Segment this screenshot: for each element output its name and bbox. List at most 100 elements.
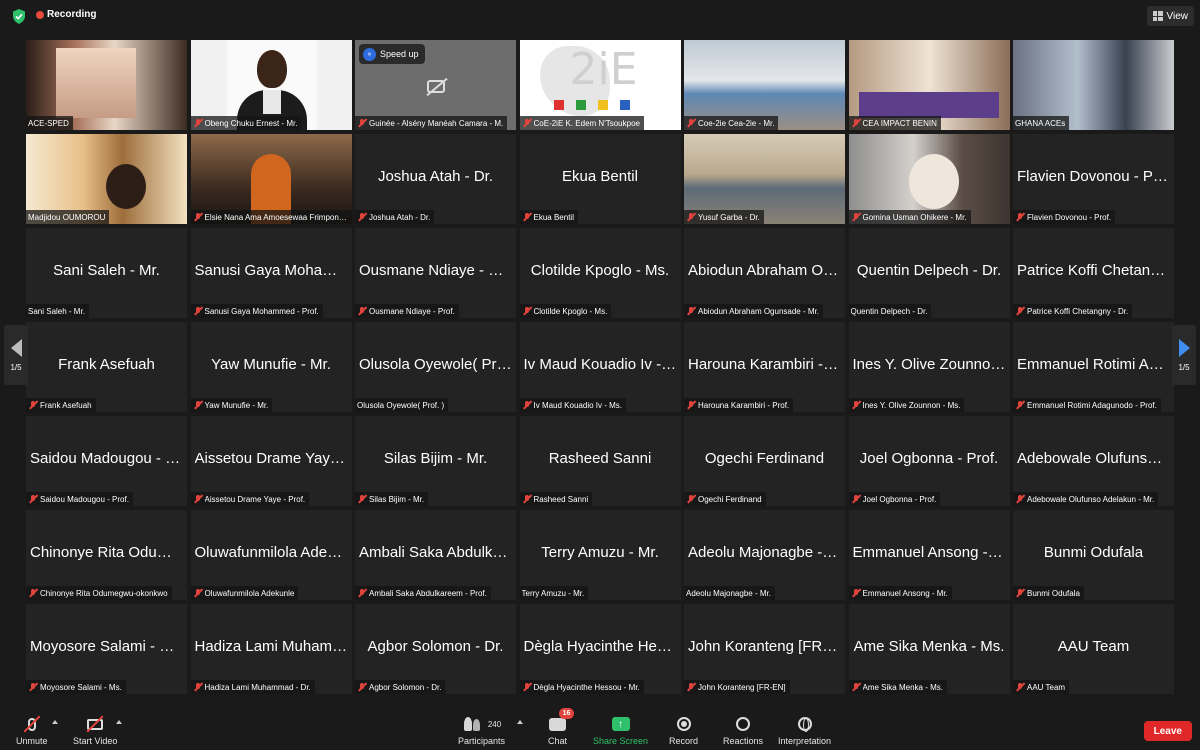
participant-name-label: Agbor Solomon - Dr. — [369, 682, 442, 692]
participant-tile[interactable]: Elsie Nana Ama Amoesewaa Frimpong - Ms. — [190, 134, 352, 224]
participant-name-label: Quentin Delpech - Dr. — [850, 306, 928, 316]
participant-tile[interactable]: Hadiza Lami Muhammad - Dr. Hadiza Lami Mu… — [190, 604, 352, 694]
participant-tile[interactable]: Iv Maud Kouadio Iv - Ms. Iv Maud Kouadio … — [519, 322, 681, 412]
microphone-muted-icon — [686, 212, 696, 222]
participant-tile[interactable]: Quentin Delpech - Dr. Quentin Delpech - D… — [848, 228, 1010, 318]
participant-name-bar: Saidou Madougou - Prof. — [26, 492, 133, 506]
participant-tile[interactable]: Aissetou Drame Yaye - Prof. Aissetou Dram… — [190, 416, 352, 506]
record-button[interactable]: Record — [669, 714, 698, 746]
participant-tile[interactable]: Bunmi Odufala Bunmi Odufala — [1013, 510, 1174, 600]
participant-tile[interactable]: Moyosore Salami - Ms. Moyosore Salami - M… — [26, 604, 187, 694]
participant-tile[interactable]: ACE-SPED — [26, 40, 187, 130]
participant-tile[interactable]: Coe-2ie Cea-2ie - Mr. — [684, 40, 845, 130]
participant-tile[interactable]: Ogechi Ferdinand Ogechi Ferdinand — [684, 416, 845, 506]
participant-tile[interactable]: Patrice Koffi Chetangny - Dr. Patrice Kof… — [1013, 228, 1174, 318]
participant-tile[interactable]: AAU Team AAU Team — [1013, 604, 1174, 694]
participant-name-label: Flavien Dovonou - Prof. — [1027, 212, 1112, 222]
participant-tile[interactable]: Ekua Bentil Ekua Bentil — [519, 134, 681, 224]
participant-tile[interactable]: Saidou Madougou - Prof. Saidou Madougou -… — [26, 416, 187, 506]
reactions-label: Reactions — [723, 736, 764, 746]
participant-tile[interactable]: Joshua Atah - Dr. Joshua Atah - Dr. — [355, 134, 516, 224]
chat-button[interactable]: 16 Chat — [548, 708, 574, 746]
participant-name-label: GHANA ACEs — [1015, 118, 1066, 128]
participant-tile[interactable]: Rasheed Sanni Rasheed Sanni — [519, 416, 681, 506]
participant-tile[interactable]: Ambali Saka Abdulkareem - Prof. Ambali Sa… — [355, 510, 516, 600]
participant-tile[interactable]: Sani Saleh - Mr. Sani Saleh - Mr. — [26, 228, 187, 318]
participant-tile[interactable]: Ame Sika Menka - Ms. Ame Sika Menka - Ms. — [848, 604, 1010, 694]
participant-tile[interactable]: Agbor Solomon - Dr. Agbor Solomon - Dr. — [355, 604, 516, 694]
participant-name-label: ACE-SPED — [28, 118, 69, 128]
participant-name-label: Coe-2ie Cea-2ie - Mr. — [698, 118, 775, 128]
participant-display-name: Quentin Delpech - Dr. — [856, 262, 1002, 279]
microphone-muted-icon — [193, 118, 203, 128]
participant-name-label: CoE-2iE K. Edem N'Tsoukpoe — [533, 118, 640, 128]
participant-name-label: Yaw Munufie - Mr. — [204, 400, 269, 410]
globe-icon — [797, 717, 812, 732]
participant-name-label: Sani Saleh - Mr. — [28, 306, 85, 316]
participant-tile[interactable]: Yaw Munufie - Mr. Yaw Munufie - Mr. — [190, 322, 352, 412]
participant-name-bar: Oluwafunmilola Adekunle — [190, 586, 299, 600]
participant-tile[interactable]: Olusola Oyewole( Prof. ) Olusola Oyewole(… — [355, 322, 516, 412]
participants-button[interactable]: 240 Participants — [458, 714, 505, 746]
audio-options-caret-icon[interactable] — [52, 720, 58, 724]
participant-name-label: Sanusi Gaya Mohammed - Prof. — [204, 306, 319, 316]
participant-name-bar: Harouna Karambiri - Prof. — [684, 398, 794, 412]
security-shield-icon[interactable] — [12, 9, 26, 24]
video-options-caret-icon[interactable] — [116, 720, 122, 724]
participant-tile[interactable]: Emmanuel Ansong - Mr. Emmanuel Ansong - M… — [848, 510, 1010, 600]
participant-display-name: Sanusi Gaya Mohammed - Prof. — [194, 262, 348, 279]
leave-button[interactable]: Leave — [1143, 721, 1192, 741]
participant-tile[interactable]: Chinonye Rita Odumegwu-okonkwo Chinonye R… — [26, 510, 187, 600]
participant-display-name: Rasheed Sanni — [548, 450, 652, 467]
participant-tile[interactable]: Adebowale Olufunso Adelakun - Mr. Adebowa… — [1013, 416, 1174, 506]
participant-tile[interactable]: Silas Bijim - Mr. Silas Bijim - Mr. — [355, 416, 516, 506]
camera-off-icon — [427, 80, 445, 93]
participant-tile[interactable]: Madjidou OUMOROU — [26, 134, 187, 224]
participant-tile[interactable]: John Koranteng [FR-EN] John Koranteng [FR… — [684, 604, 845, 694]
participant-tile[interactable]: Sanusi Gaya Mohammed - Prof. Sanusi Gaya … — [190, 228, 352, 318]
participant-tile[interactable]: Emmanuel Rotimi Adagunodo - Prof. Emmanue… — [1013, 322, 1174, 412]
participant-tile[interactable]: Obeng Chuku Ernest - Mr. — [190, 40, 352, 130]
participant-tile[interactable]: Terry Amuzu - Mr. Terry Amuzu - Mr. — [519, 510, 681, 600]
microphone-muted-icon — [522, 682, 532, 692]
participant-tile[interactable]: CEA IMPACT BENIN — [848, 40, 1010, 130]
participant-tile[interactable]: Flavien Dovonou - Prof. Flavien Dovonou -… — [1013, 134, 1174, 224]
participant-tile[interactable]: Abiodun Abraham Ogunsade - Mr. Abiodun Ab… — [684, 228, 845, 318]
participant-tile[interactable]: Oluwafunmilola Adekunle Oluwafunmilola Ad… — [190, 510, 352, 600]
participant-tile[interactable]: Yusuf Garba - Dr. — [684, 134, 845, 224]
previous-page-button[interactable]: 1/5 — [4, 325, 28, 385]
speed-up-button[interactable]: » Speed up — [359, 44, 425, 64]
participant-tile[interactable]: Gomina Usman Ohikere - Mr. — [848, 134, 1010, 224]
microphone-muted-icon — [357, 118, 367, 128]
reactions-button[interactable]: Reactions — [723, 714, 763, 746]
participant-tile[interactable]: » Speed up Guinée - Alsény Manéah Camara -… — [355, 40, 516, 130]
participant-name-bar: Clotilde Kpoglo - Ms. — [519, 304, 612, 318]
participant-tile[interactable]: Clotilde Kpoglo - Ms. Clotilde Kpoglo - M… — [519, 228, 681, 318]
participant-tile[interactable]: Adeolu Majonagbe - Mr. Adeolu Majonagbe -… — [684, 510, 845, 600]
participant-name-label: Chinonye Rita Odumegwu-okonkwo — [40, 588, 168, 598]
participants-options-caret-icon[interactable] — [517, 720, 523, 724]
microphone-muted-icon — [193, 494, 203, 504]
participant-tile[interactable]: Harouna Karambiri - Prof. Harouna Karambi… — [684, 322, 845, 412]
participant-tile[interactable]: 2iE CoE-2iE K. Edem N'Tsoukpoe — [519, 40, 681, 130]
share-screen-button[interactable]: ↑ Share Screen — [593, 714, 648, 746]
participant-name-bar: Emmanuel Rotimi Adagunodo - Prof. — [1013, 398, 1161, 412]
logo-text: 2iE — [569, 44, 638, 95]
participant-tile[interactable]: Ines Y. Olive Zounnon - Ms. Ines Y. Olive… — [848, 322, 1010, 412]
participant-tile[interactable]: Ousmane Ndiaye - Prof. Ousmane Ndiaye - P… — [355, 228, 516, 318]
record-label: Record — [669, 736, 699, 746]
participant-tile[interactable]: Dègla Hyacinthe Hessou - Mr. Dègla Hyacin… — [519, 604, 681, 694]
microphone-muted-icon — [851, 400, 861, 410]
participant-tile[interactable]: GHANA ACEs — [1013, 40, 1174, 130]
participant-tile[interactable]: Joel Ogbonna - Prof. Joel Ogbonna - Prof. — [848, 416, 1010, 506]
unmute-button[interactable]: Unmute — [16, 714, 48, 746]
participant-name-bar: Adeolu Majonagbe - Mr. — [684, 586, 775, 600]
interpretation-icon-wrap — [797, 714, 812, 734]
next-page-button[interactable]: 1/5 — [1172, 325, 1196, 385]
interpretation-button[interactable]: Interpretation — [778, 714, 831, 746]
start-video-button[interactable]: Start Video — [73, 714, 117, 746]
participant-tile[interactable]: Frank Asefuah Frank Asefuah — [26, 322, 187, 412]
microphone-muted-icon — [1015, 588, 1025, 598]
view-button[interactable]: View — [1146, 6, 1194, 26]
participant-name-bar: Olusola Oyewole( Prof. ) — [355, 398, 449, 412]
